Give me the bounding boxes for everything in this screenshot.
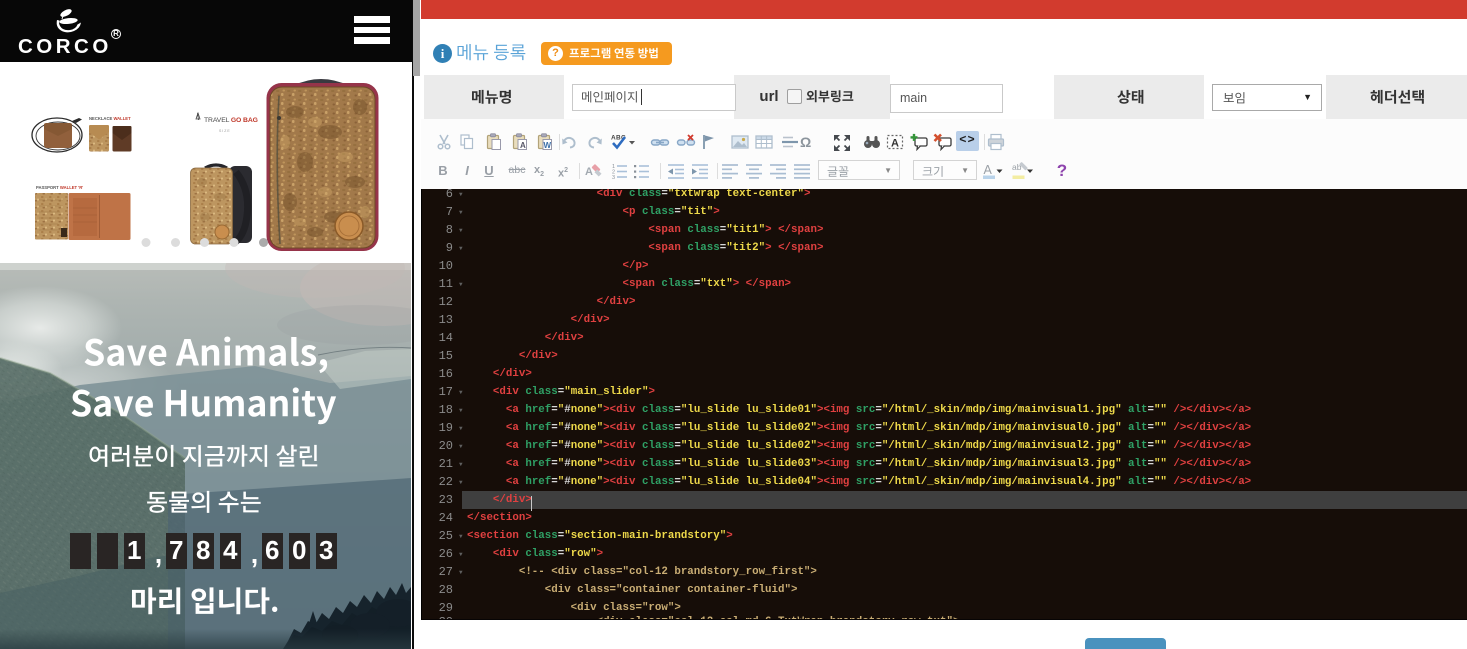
svg-text:A: A	[984, 163, 993, 177]
svg-text:S I Z E: S I Z E	[219, 129, 230, 133]
svg-text:A: A	[891, 138, 899, 150]
svg-text:TRAVEL GO BAG: TRAVEL GO BAG	[204, 117, 258, 124]
svg-text:A: A	[585, 166, 593, 178]
svg-text:3: 3	[612, 175, 615, 180]
svg-text:PASSPORT WALLET 'R': PASSPORT WALLET 'R'	[36, 185, 83, 190]
svg-text:A: A	[520, 141, 526, 150]
svg-text:W: W	[544, 141, 552, 150]
svg-text:NECKLACE WALLET: NECKLACE WALLET	[89, 116, 131, 121]
